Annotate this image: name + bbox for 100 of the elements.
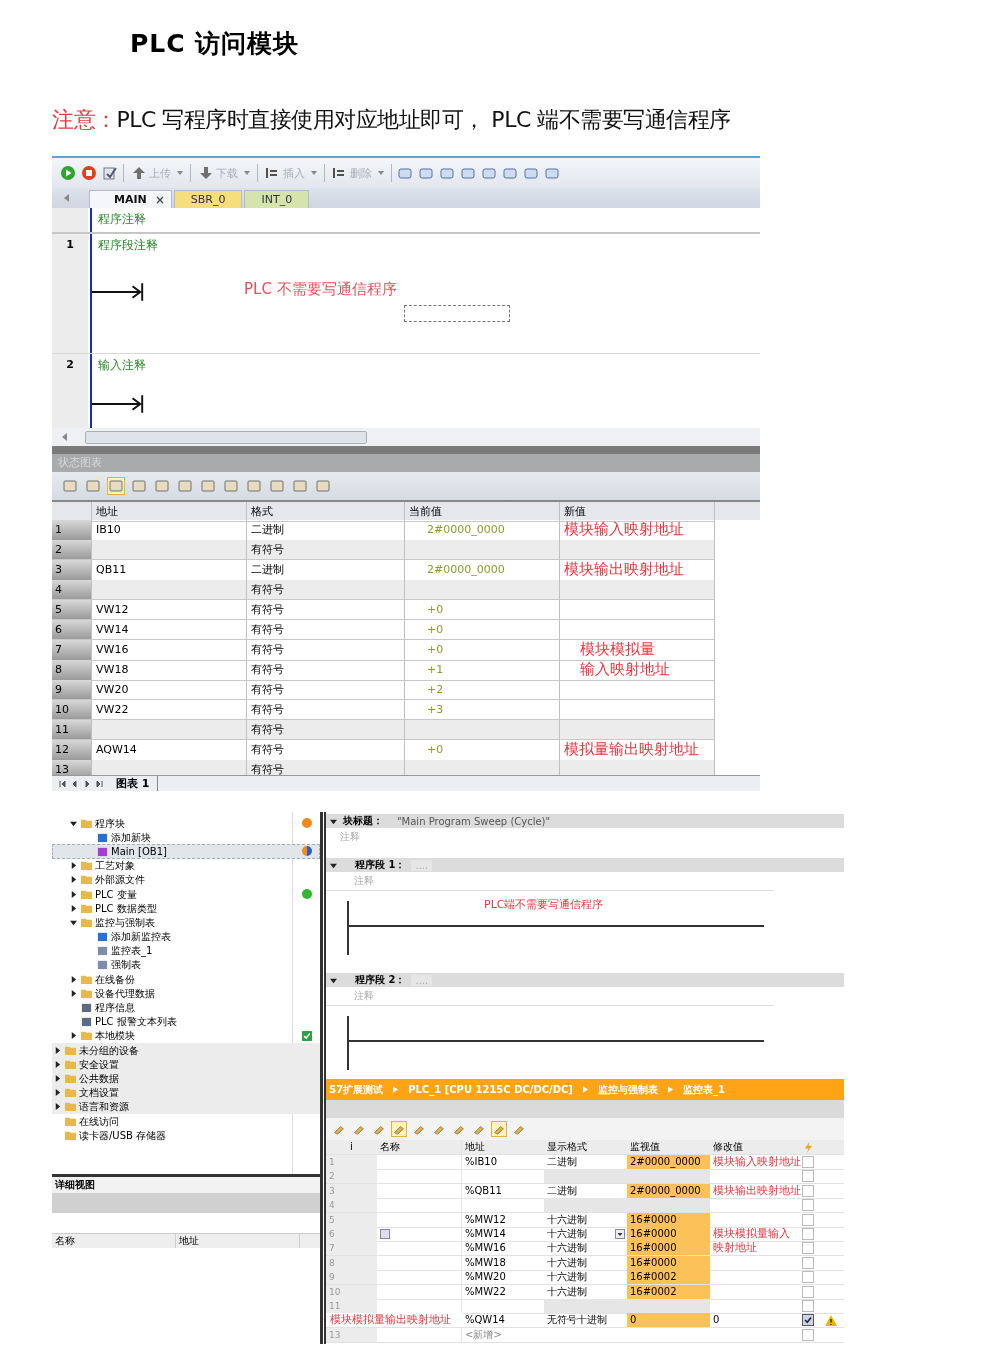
scrollbar-thumb[interactable] xyxy=(85,430,367,444)
annotation-text: PLC 不需要写通信程序 xyxy=(244,279,398,299)
tree-item[interactable]: 添加新块 xyxy=(111,830,151,844)
caret-icon[interactable] xyxy=(70,1032,77,1040)
tree-item[interactable]: PLC 数据类型 xyxy=(95,901,157,915)
tree-item[interactable]: 程序块 xyxy=(95,816,125,830)
toolbar-icon[interactable] xyxy=(481,165,497,181)
edit-icon[interactable] xyxy=(380,1228,390,1239)
tree-item[interactable]: Main [OB1] xyxy=(52,844,320,859)
toolbar-icon[interactable] xyxy=(502,165,518,181)
input-field[interactable]: <新增> xyxy=(462,1327,544,1343)
toolbar-icon[interactable] xyxy=(439,165,455,181)
tree-item[interactable]: 设备代理数据 xyxy=(95,986,155,1000)
editor-tab[interactable]: SBR_0 xyxy=(173,190,243,208)
toolbar-icon[interactable] xyxy=(246,478,262,494)
tree-item[interactable]: PLC 报警文本列表 xyxy=(95,1015,177,1029)
toolbar-icon[interactable] xyxy=(223,478,239,494)
dropdown-icon[interactable] xyxy=(615,1228,625,1239)
caret-icon[interactable] xyxy=(54,1074,61,1082)
column-header: i xyxy=(347,1140,377,1155)
toolbar-icon[interactable] xyxy=(492,1122,506,1136)
toolbar-icon[interactable] xyxy=(200,478,216,494)
tree-item[interactable]: 添加新监控表 xyxy=(111,930,171,944)
toolbar-icon[interactable] xyxy=(418,165,434,181)
tree-item[interactable]: 工艺对象 xyxy=(95,859,135,873)
tree-item[interactable]: 安全设置 xyxy=(52,1057,320,1072)
item-icon xyxy=(97,959,108,971)
monitor-value: 16#0000 xyxy=(630,1241,677,1256)
checkbox[interactable] xyxy=(802,1314,814,1327)
sheet-tab[interactable]: 图表 1 xyxy=(112,776,159,791)
compile-icon[interactable] xyxy=(102,165,118,181)
editor-tab[interactable]: MAIN xyxy=(89,190,172,208)
tree-item[interactable]: 外部源文件 xyxy=(95,873,145,887)
editor-tab[interactable]: INT_0 xyxy=(244,190,310,208)
toolbar-icon[interactable] xyxy=(460,165,476,181)
toolbar-icon[interactable] xyxy=(315,478,331,494)
caret-icon[interactable] xyxy=(70,819,77,827)
caret-icon[interactable] xyxy=(70,890,77,898)
caret-icon[interactable] xyxy=(70,918,77,926)
checkbox[interactable] xyxy=(802,1285,814,1298)
tree-item[interactable]: 监控表_1 xyxy=(111,944,153,958)
caret-icon[interactable] xyxy=(54,1089,61,1097)
tree-item[interactable]: 未分组的设备 xyxy=(52,1043,320,1058)
caret-icon[interactable] xyxy=(70,975,77,983)
checkbox[interactable] xyxy=(802,1170,814,1183)
tree-item[interactable]: 公共数据 xyxy=(52,1071,320,1086)
table-cell: 二进制 xyxy=(547,1183,577,1198)
scroll-left-icon[interactable] xyxy=(64,194,69,202)
caret-icon[interactable] xyxy=(70,862,77,870)
row-number: 5 xyxy=(329,1213,335,1227)
caret-icon[interactable] xyxy=(330,976,337,984)
checkbox[interactable] xyxy=(802,1184,814,1197)
toolbar-icon[interactable] xyxy=(392,1122,406,1136)
checkbox[interactable] xyxy=(802,1213,814,1226)
toolbar-icon[interactable] xyxy=(108,478,124,494)
caret-icon[interactable] xyxy=(70,904,77,912)
caret-icon[interactable] xyxy=(70,876,77,884)
scroll-left-icon[interactable] xyxy=(62,433,67,442)
toolbar-icon[interactable] xyxy=(292,478,308,494)
tree-item[interactable]: 在线访问 xyxy=(79,1114,119,1128)
monitor-value: 2#0000_0000 xyxy=(630,1155,701,1169)
table-cell: 有符号 xyxy=(247,680,405,700)
checkbox[interactable] xyxy=(802,1242,814,1255)
toolbar-icon[interactable] xyxy=(397,165,413,181)
tree-item[interactable]: 强制表 xyxy=(111,958,141,972)
toolbar-icon[interactable] xyxy=(177,478,193,494)
tree-item[interactable]: 读卡器/USB 存储器 xyxy=(79,1128,167,1142)
row-number: 11 xyxy=(52,720,92,740)
toolbar-icon[interactable] xyxy=(544,165,560,181)
chevron-icon xyxy=(393,1086,399,1093)
checkbox[interactable] xyxy=(802,1156,814,1168)
close-icon[interactable] xyxy=(154,194,165,205)
caret-icon[interactable] xyxy=(54,1103,61,1111)
caret-icon[interactable] xyxy=(330,817,337,825)
tree-item[interactable]: 在线备份 xyxy=(95,972,135,986)
stop-icon[interactable] xyxy=(81,165,97,181)
force-icon xyxy=(803,1141,813,1153)
tree-item[interactable]: 本地模块 xyxy=(95,1029,135,1043)
checkbox[interactable] xyxy=(802,1256,814,1269)
toolbar-icon[interactable] xyxy=(154,478,170,494)
caret-icon[interactable] xyxy=(330,861,337,869)
toolbar-icon[interactable] xyxy=(85,478,101,494)
toolbar-icon[interactable] xyxy=(523,165,539,181)
sheet-navigation-icon[interactable] xyxy=(58,778,106,789)
annotation-text: 模块模拟量输出映射地址 xyxy=(330,1313,451,1328)
caret-icon[interactable] xyxy=(54,1060,61,1068)
tree-item[interactable]: 监控与强制表 xyxy=(95,915,155,929)
checkbox[interactable] xyxy=(802,1328,814,1341)
column-header: 名称 xyxy=(52,1234,176,1248)
toolbar-icon[interactable] xyxy=(131,478,147,494)
caret-icon[interactable] xyxy=(70,989,77,997)
run-icon[interactable] xyxy=(60,165,76,181)
caret-icon[interactable] xyxy=(54,1046,61,1054)
checkbox[interactable] xyxy=(802,1199,814,1212)
checkbox[interactable] xyxy=(802,1271,814,1284)
table-cell: 有符号 xyxy=(247,580,405,600)
tree-item[interactable]: PLC 变量 xyxy=(95,887,137,901)
toolbar-icon[interactable] xyxy=(269,478,285,494)
toolbar-icon[interactable] xyxy=(62,478,78,494)
tree-item[interactable]: 程序信息 xyxy=(95,1001,135,1015)
